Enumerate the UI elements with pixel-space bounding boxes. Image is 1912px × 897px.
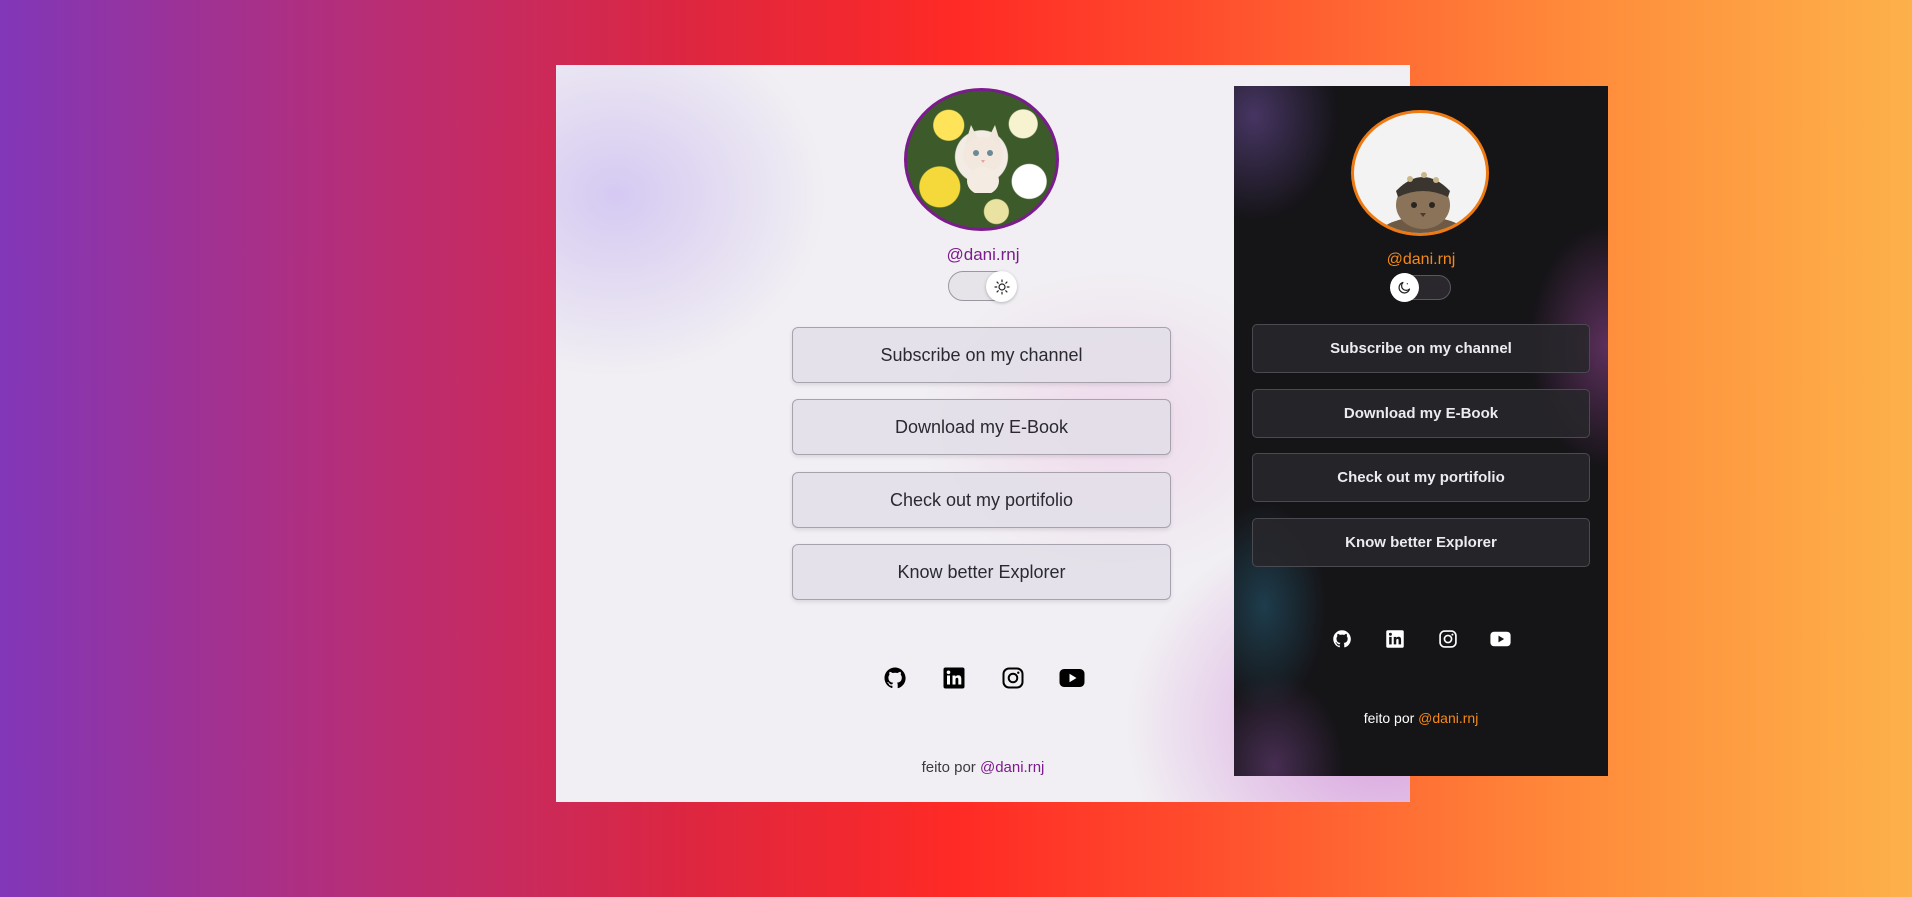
profile-handle[interactable]: @dani.rnj bbox=[1234, 251, 1608, 269]
know-explorer-button[interactable]: Know better Explorer bbox=[792, 544, 1171, 600]
avatar bbox=[904, 88, 1059, 231]
know-explorer-button[interactable]: Know better Explorer bbox=[1252, 518, 1590, 567]
footer-author-link[interactable]: @dani.rnj bbox=[1418, 710, 1478, 726]
avatar bbox=[1351, 110, 1489, 236]
toggle-knob[interactable] bbox=[1390, 273, 1419, 302]
instagram-icon[interactable] bbox=[1000, 665, 1026, 691]
cat-photo bbox=[1379, 172, 1467, 233]
youtube-icon[interactable] bbox=[1059, 665, 1085, 691]
kitten-face bbox=[963, 137, 1003, 193]
github-icon[interactable] bbox=[1331, 628, 1352, 649]
download-ebook-button[interactable]: Download my E-Book bbox=[1252, 389, 1590, 438]
footer-prefix: feito por bbox=[1363, 710, 1415, 726]
portfolio-button[interactable]: Check out my portifolio bbox=[792, 472, 1171, 528]
github-icon[interactable] bbox=[882, 665, 908, 691]
subscribe-button[interactable]: Subscribe on my channel bbox=[792, 327, 1171, 383]
linkedin-icon[interactable] bbox=[1384, 628, 1405, 649]
footer-prefix: feito por bbox=[921, 759, 976, 776]
toggle-knob[interactable] bbox=[986, 271, 1017, 302]
theme-toggle[interactable] bbox=[948, 271, 1017, 302]
download-ebook-button[interactable]: Download my E-Book bbox=[792, 399, 1171, 455]
sun-icon bbox=[993, 278, 1010, 295]
footer: feito por @dani.rnj bbox=[1234, 710, 1608, 726]
moon-icon bbox=[1398, 281, 1411, 294]
youtube-icon[interactable] bbox=[1490, 628, 1511, 649]
dark-theme-card: @dani.rnj Subscribe on my channel Downlo… bbox=[1234, 86, 1608, 776]
linkedin-icon[interactable] bbox=[941, 665, 967, 691]
portfolio-button[interactable]: Check out my portifolio bbox=[1252, 453, 1590, 502]
instagram-icon[interactable] bbox=[1437, 628, 1458, 649]
theme-toggle[interactable] bbox=[1390, 273, 1451, 302]
subscribe-button[interactable]: Subscribe on my channel bbox=[1252, 324, 1590, 373]
footer-author-link[interactable]: @dani.rnj bbox=[980, 759, 1044, 776]
social-links bbox=[1234, 628, 1608, 649]
